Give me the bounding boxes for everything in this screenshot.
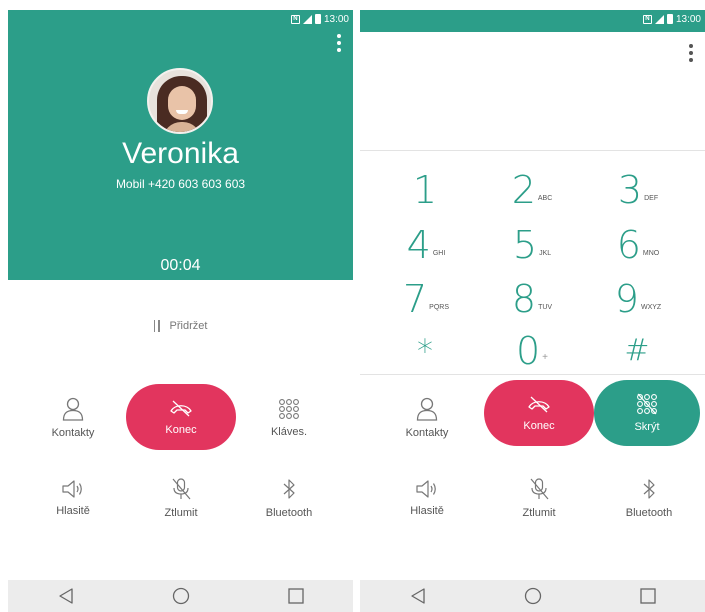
hide-keypad-button[interactable]: Skrýt [594,380,700,446]
contacts-button[interactable]: Kontakty [372,385,482,451]
end-call-button[interactable]: Konec [484,380,594,446]
mic-off-icon [530,478,549,500]
hide-keypad-label: Skrýt [634,421,660,433]
person-icon [416,397,438,421]
keypad-button[interactable]: Kláves. [234,385,344,451]
status-bar: N 13:00 [8,10,353,28]
bluetooth-label: Bluetooth [625,507,673,519]
mute-label: Ztlumit [164,507,198,519]
mute-button[interactable]: Ztlumit [126,465,236,531]
signal-icon [302,14,312,24]
caller-number: Mobil +420 603 603 603 [115,177,246,191]
status-bar: N 13:00 [360,10,705,28]
battery-icon [314,14,321,24]
mute-label: Ztlumit [522,507,556,519]
speaker-icon [62,480,82,498]
divider [360,150,705,151]
mute-button[interactable]: Ztlumit [484,465,594,531]
end-call-button[interactable]: Konec [126,384,236,450]
speaker-button[interactable]: Hlasitě [18,465,128,531]
speaker-label: Hlasitě [410,505,444,517]
nfc-icon: N [290,14,300,24]
back-icon[interactable] [398,580,438,612]
end-call-label: Konec [523,420,555,432]
home-icon[interactable] [513,580,553,612]
system-nav-bar [8,580,353,612]
speaker-label: Hlasitě [56,505,90,517]
overflow-menu-icon[interactable] [337,34,341,52]
status-time: 13:00 [323,13,349,25]
in-call-screen: N 13:00 Veronika Mobil +420 603 603 603 … [8,10,353,612]
bluetooth-icon [643,479,655,499]
call-timer: 00:04 [160,257,201,274]
recents-icon[interactable] [276,580,316,612]
end-call-label: Konec [165,424,197,436]
nfc-icon: N [642,14,652,24]
hang-up-icon [528,396,550,413]
mic-off-icon [172,478,191,500]
caller-name: Veronika [122,137,239,170]
key-1[interactable]: 1 [380,162,472,212]
contacts-label: Kontakty [51,427,95,439]
speaker-icon [416,480,436,498]
key-9[interactable]: 9 WXYZ [592,271,684,321]
key-6[interactable]: 6 MNO [592,217,684,267]
divider [360,374,705,375]
recents-icon[interactable] [628,580,668,612]
signal-icon [654,14,664,24]
key-2[interactable]: 2 ABC [486,162,578,212]
key-7[interactable]: 7 PQRS [380,271,472,321]
key-8[interactable]: 8 TUV [486,271,578,321]
bluetooth-label: Bluetooth [265,507,313,519]
person-icon [62,397,84,421]
contacts-label: Kontakty [405,427,449,439]
key-5[interactable]: 5 JKL [486,217,578,267]
key-0[interactable]: 0 + [486,323,578,373]
dialpad-hide-icon [637,393,657,415]
bluetooth-icon [283,479,295,499]
contacts-button[interactable]: Kontakty [18,385,128,451]
hold-label: Přidržet [169,320,208,332]
home-icon[interactable] [161,580,201,612]
key-hash[interactable]: # [592,323,684,373]
keypad-label: Kláves. [270,426,308,438]
hang-up-icon [170,400,192,417]
hold-button[interactable]: Přidržet [8,320,353,332]
battery-icon [666,14,673,24]
caller-avatar [147,68,213,134]
key-star[interactable]: * [380,323,472,373]
key-4[interactable]: 4 GHI [380,217,472,267]
overflow-menu-icon[interactable] [689,44,693,62]
key-3[interactable]: 3 DEF [592,162,684,212]
bluetooth-button[interactable]: Bluetooth [594,465,704,531]
pause-icon [153,320,160,332]
back-icon[interactable] [46,580,86,612]
status-time: 13:00 [675,13,701,25]
system-nav-bar [360,580,705,612]
speaker-button[interactable]: Hlasitě [372,465,482,531]
bluetooth-button[interactable]: Bluetooth [234,465,344,531]
keypad-screen: N 13:00 1 2 ABC 3 DEF 4 GHI 5 JKL 6 MNO 7 PQRS… [360,10,705,612]
dialpad-icon [279,399,299,419]
